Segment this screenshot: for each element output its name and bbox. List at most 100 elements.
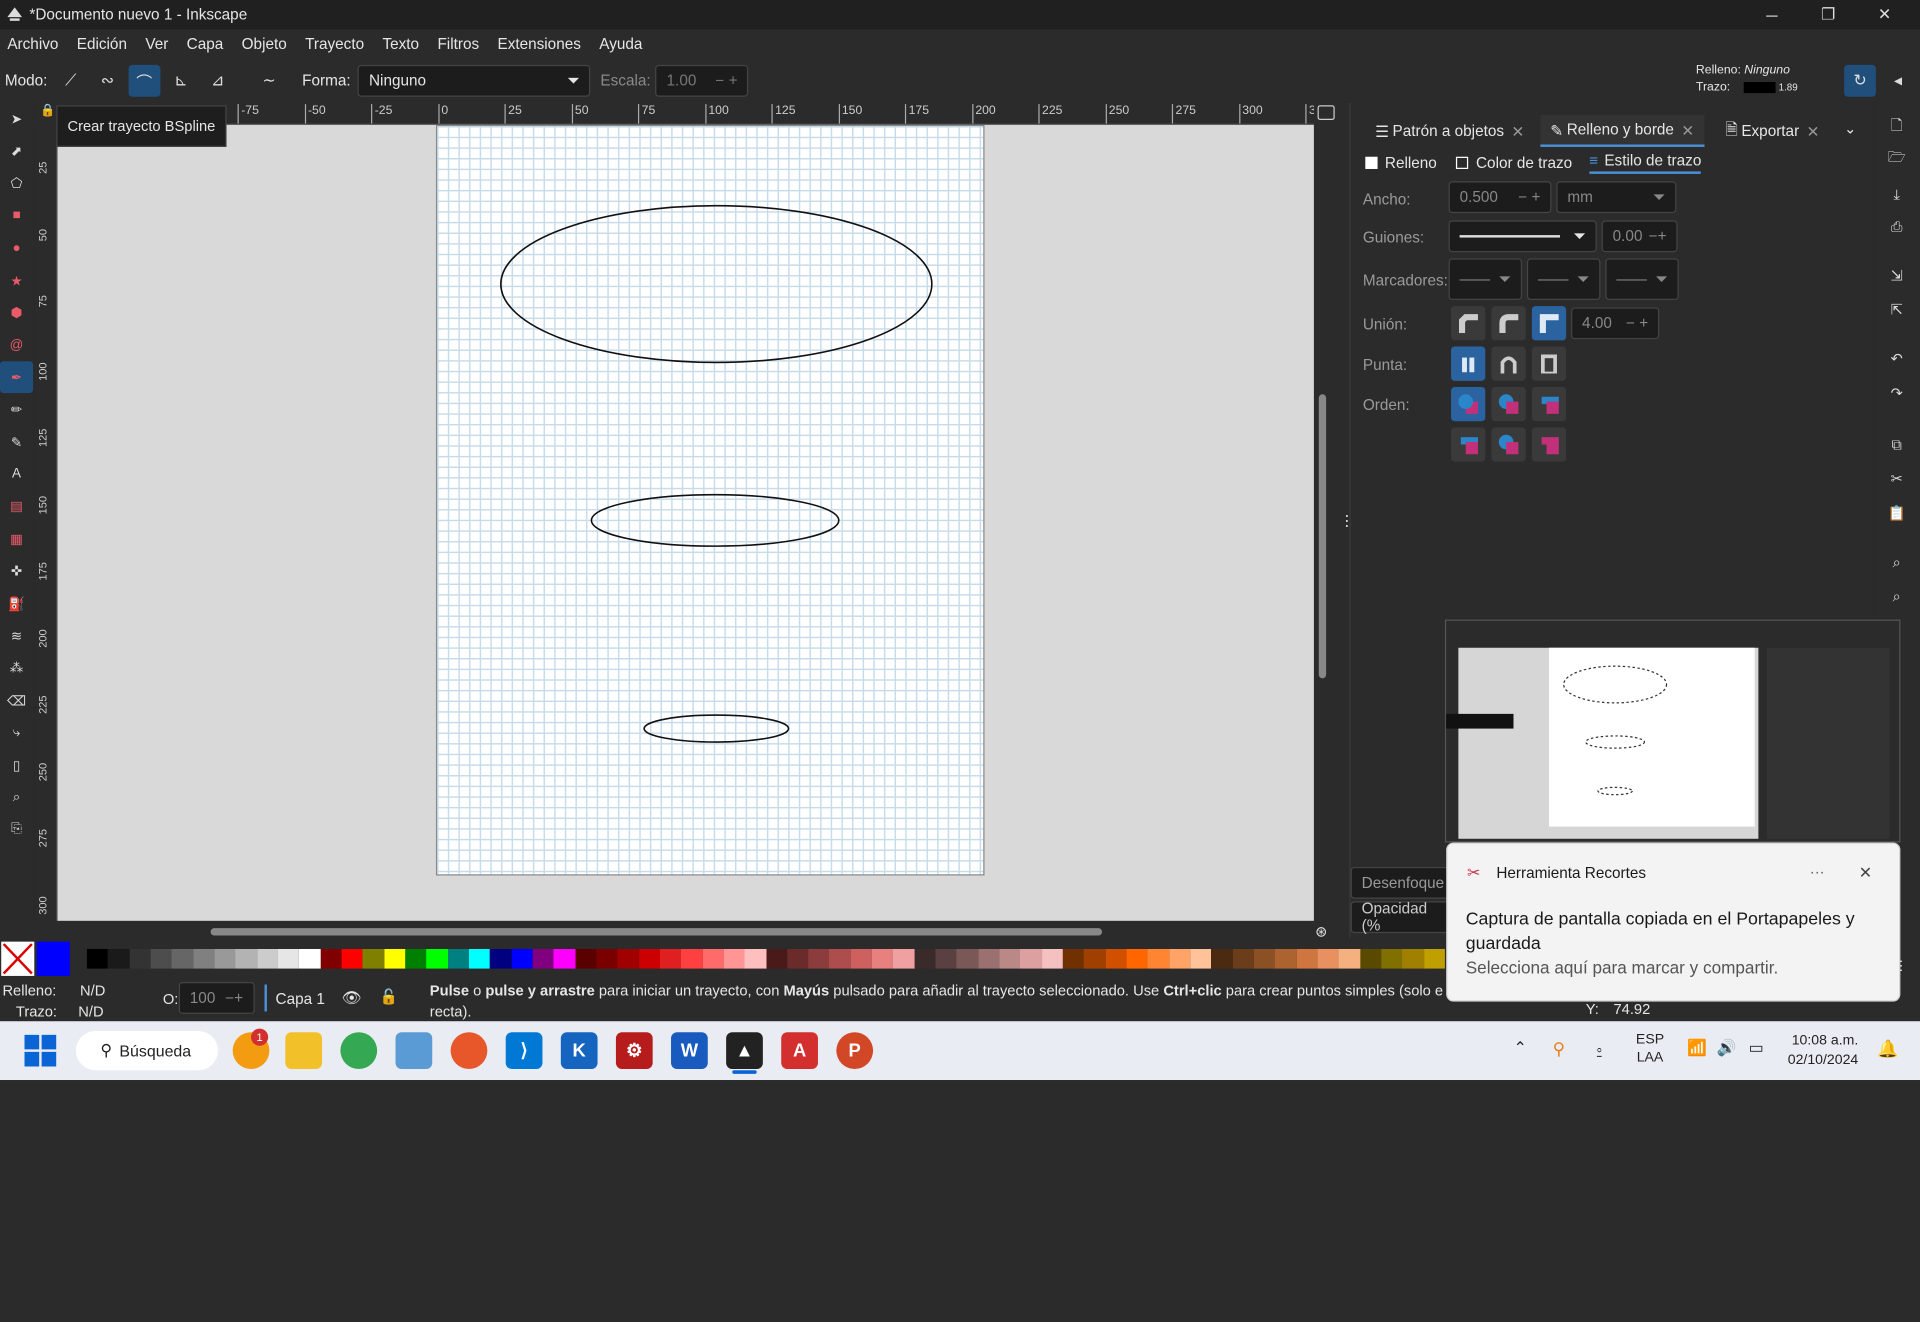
marker-start-dropdown[interactable]: —— ⏷ bbox=[1448, 258, 1523, 301]
taskbar-search[interactable]: ⚲ Búsqueda bbox=[75, 1031, 218, 1071]
minimize-button[interactable]: ─ bbox=[1744, 0, 1800, 29]
palette-swatch[interactable] bbox=[193, 948, 215, 969]
lock-icon[interactable]: 🔒 bbox=[40, 104, 55, 117]
palette-swatch[interactable] bbox=[1169, 948, 1191, 969]
palette-swatch[interactable] bbox=[914, 948, 936, 969]
palette-swatch[interactable] bbox=[1253, 948, 1276, 969]
join-miter-icon[interactable] bbox=[1531, 306, 1567, 341]
order-markers-stroke-fill-icon[interactable] bbox=[1531, 427, 1567, 462]
tab-relleno-y-borde[interactable]: ✎ Relleno y borde ✕ bbox=[1540, 115, 1704, 147]
palette-swatch[interactable] bbox=[1423, 948, 1445, 969]
palette-swatch[interactable] bbox=[744, 948, 766, 969]
forma-dropdown[interactable]: Ninguno ⏷ bbox=[357, 64, 591, 97]
order-fill-markers-stroke-icon[interactable] bbox=[1531, 386, 1567, 422]
palette-swatch[interactable] bbox=[1381, 948, 1403, 969]
vertical-scrollbar[interactable] bbox=[1318, 394, 1327, 679]
gradient-tool-icon[interactable]: ▤ bbox=[0, 491, 33, 523]
palette-swatch[interactable] bbox=[1211, 948, 1233, 969]
ellipse-small[interactable] bbox=[643, 714, 790, 743]
cap-round-icon[interactable] bbox=[1491, 346, 1526, 381]
palette-swatch[interactable] bbox=[850, 948, 873, 969]
palette-swatch[interactable] bbox=[872, 948, 894, 969]
palette-swatch[interactable] bbox=[999, 948, 1021, 969]
tab-patron-a-objetos[interactable]: ☰ Patrón a objetos ✕ bbox=[1365, 115, 1534, 147]
join-bevel-icon[interactable] bbox=[1451, 306, 1486, 341]
dropper-tool-icon[interactable]: ✜ bbox=[0, 555, 33, 587]
palette-swatch[interactable] bbox=[1062, 948, 1085, 969]
subtab-relleno[interactable]: Relleno bbox=[1365, 152, 1437, 174]
text-tool-icon[interactable]: A bbox=[0, 458, 33, 490]
zoom-drawing-icon[interactable]: ⌕ bbox=[1886, 585, 1908, 607]
collapse-arrow-icon[interactable]: ◂ bbox=[1882, 65, 1914, 97]
brave-icon[interactable] bbox=[450, 1032, 488, 1069]
unlock-icon[interactable]: 🔓 bbox=[380, 988, 398, 1005]
volume-icon[interactable]: 🔊 bbox=[1717, 1038, 1737, 1058]
palette-swatch[interactable] bbox=[702, 948, 724, 969]
palette-swatch[interactable] bbox=[617, 948, 639, 969]
menu-extensiones[interactable]: Extensiones bbox=[497, 36, 580, 53]
horizontal-scrollbar[interactable] bbox=[210, 928, 1103, 936]
palette-swatch[interactable] bbox=[553, 948, 575, 969]
language-indicator[interactable]: ESP LAA bbox=[1636, 1031, 1664, 1068]
palette-swatch[interactable] bbox=[596, 948, 618, 969]
palette-swatch[interactable] bbox=[108, 948, 130, 969]
display-mode-icon[interactable] bbox=[1317, 105, 1335, 121]
palette-swatch[interactable] bbox=[511, 948, 533, 969]
palette-swatch[interactable] bbox=[426, 948, 448, 969]
connector-tool-icon[interactable]: ⤷ bbox=[0, 717, 33, 749]
open-icon[interactable]: 🗁 bbox=[1886, 147, 1908, 169]
palette-swatch[interactable] bbox=[150, 948, 172, 969]
palette-swatch[interactable] bbox=[1020, 948, 1042, 969]
eye-icon[interactable]: 👁 bbox=[342, 988, 362, 1008]
palette-swatch[interactable] bbox=[405, 948, 427, 969]
palette-swatch[interactable] bbox=[723, 948, 745, 969]
menu-archivo[interactable]: Archivo bbox=[7, 36, 58, 53]
zoom-selection-icon[interactable]: ⌕ bbox=[1886, 551, 1908, 573]
color-managed-icon[interactable]: ⊛ bbox=[1315, 923, 1327, 940]
palette-swatch[interactable] bbox=[1360, 948, 1382, 969]
guiones-offset-field[interactable]: 0.00 −+ bbox=[1601, 220, 1678, 253]
export-icon[interactable]: ⇱ bbox=[1886, 299, 1908, 321]
rect-tool-icon[interactable]: ■ bbox=[0, 200, 33, 232]
palette-swatch[interactable] bbox=[1126, 948, 1148, 969]
redo-icon[interactable]: ↷ bbox=[1886, 382, 1908, 404]
miter-limit-field[interactable]: 4.00 − + bbox=[1571, 307, 1660, 340]
paintbucket-tool-icon[interactable]: ⛽ bbox=[0, 588, 33, 620]
palette-swatch[interactable] bbox=[893, 948, 915, 969]
palette-swatch[interactable] bbox=[362, 948, 384, 969]
paraxial-mode-icon[interactable]: ⊿ bbox=[202, 65, 234, 97]
palette-swatch[interactable] bbox=[490, 948, 512, 969]
spiral-tool-icon[interactable]: @ bbox=[0, 329, 33, 361]
palette-swatch[interactable] bbox=[1105, 948, 1127, 969]
palette-swatch[interactable] bbox=[956, 948, 979, 969]
more-options-icon[interactable]: ··· bbox=[1810, 863, 1825, 880]
swatch-strip[interactable] bbox=[86, 948, 1445, 969]
palette-swatch[interactable] bbox=[299, 948, 321, 969]
opacity-field[interactable]: 100 −+ bbox=[178, 982, 255, 1014]
chrome-icon[interactable] bbox=[340, 1032, 378, 1069]
restore-button[interactable]: ❐ bbox=[1800, 0, 1856, 29]
palette-swatch[interactable] bbox=[277, 948, 300, 969]
inkscape-taskbar-icon[interactable]: ▲ bbox=[726, 1032, 763, 1069]
ellipse-large[interactable] bbox=[500, 204, 933, 364]
cap-butt-icon[interactable] bbox=[1451, 346, 1486, 381]
simplify-icon[interactable]: ∼ bbox=[253, 65, 285, 97]
palette-swatch[interactable] bbox=[681, 948, 703, 969]
chevron-up-icon[interactable]: ⌃ bbox=[1513, 1038, 1526, 1058]
new-document-icon[interactable]: 🗋 bbox=[1886, 115, 1908, 137]
palette-swatch[interactable] bbox=[532, 948, 554, 969]
snap-toggle-icon[interactable]: ↻ bbox=[1844, 64, 1876, 97]
undo-icon[interactable]: ↶ bbox=[1886, 348, 1908, 370]
marker-mid-dropdown[interactable]: —— ⏷ bbox=[1526, 258, 1601, 301]
canvas[interactable] bbox=[57, 124, 1314, 921]
palette-swatch[interactable] bbox=[935, 948, 957, 969]
palette-swatch[interactable] bbox=[659, 948, 682, 969]
measure-tool-icon[interactable]: ⎘ bbox=[0, 814, 33, 846]
menu-objeto[interactable]: Objeto bbox=[242, 36, 287, 53]
screenshot-thumbnail[interactable] bbox=[1444, 619, 1901, 843]
menu-trayecto[interactable]: Trayecto bbox=[305, 36, 364, 53]
bezier-mode-icon[interactable]: ⟋ bbox=[55, 65, 87, 97]
palette-swatch[interactable] bbox=[978, 948, 1000, 969]
tray-app-icon[interactable]: ⚲ bbox=[1553, 1038, 1566, 1059]
close-icon[interactable]: ✕ bbox=[1859, 863, 1872, 883]
